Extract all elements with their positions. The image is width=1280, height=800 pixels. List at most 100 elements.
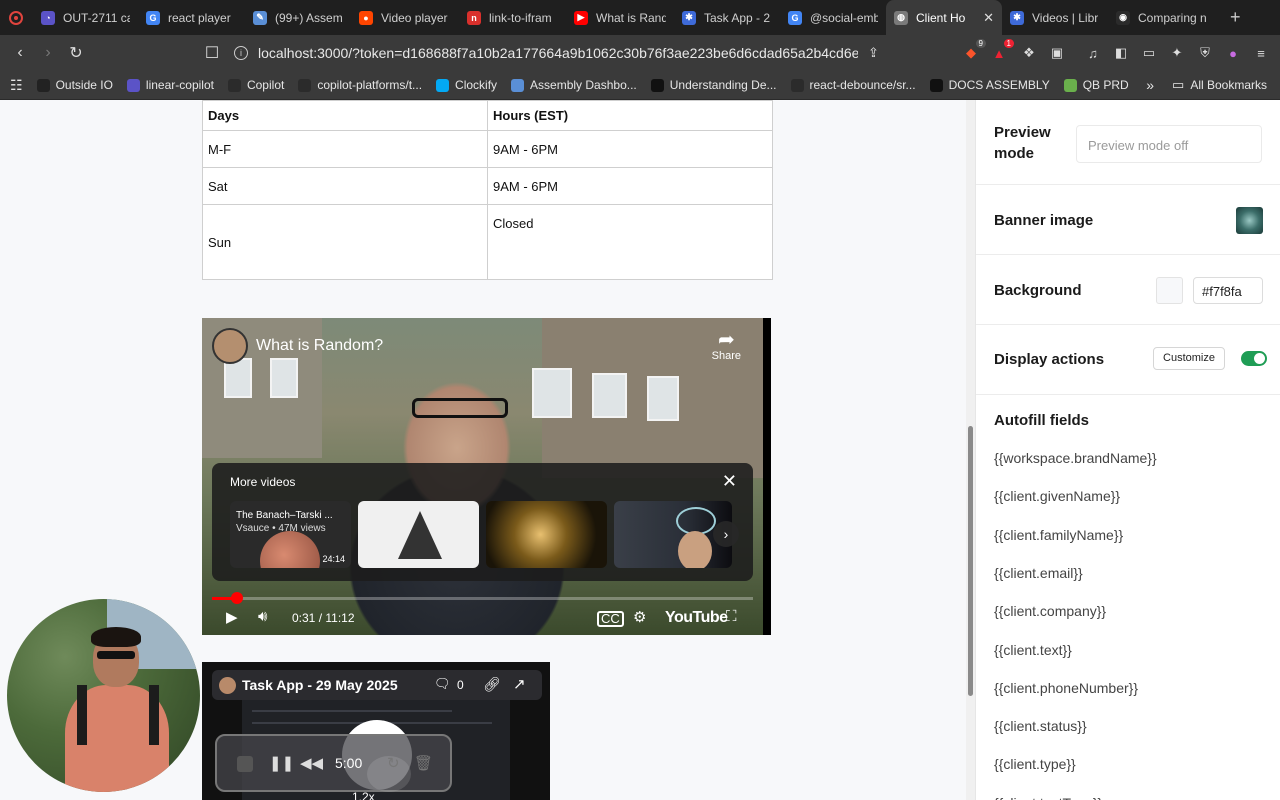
profile-icon[interactable]: ● (1222, 42, 1244, 64)
autofill-field[interactable]: {{client.type}} (994, 756, 1076, 772)
bookmark-item[interactable]: Clockify (436, 78, 497, 92)
autofill-field[interactable]: {{client.textType}} (994, 795, 1102, 800)
all-bookmarks-folder-icon[interactable]: ▭ (1172, 77, 1184, 93)
wallet-icon[interactable]: ▭ (1138, 42, 1160, 64)
fullscreen-icon[interactable]: ⛶ (726, 608, 737, 625)
browser-tab[interactable]: ✱ Task App - 2 (674, 0, 780, 35)
browser-tab[interactable]: Greact player (138, 0, 245, 35)
close-icon[interactable]: ✕ (722, 471, 737, 492)
browser-tab[interactable]: ✱ Videos | Libr (1002, 0, 1108, 35)
display-actions-toggle[interactable] (1241, 351, 1267, 366)
preview-mode-select[interactable]: Preview mode off (1076, 125, 1262, 163)
bookmark-item[interactable]: Assembly Dashbo... (511, 78, 637, 92)
bookmark-icon[interactable]: ☐ (198, 39, 226, 67)
bookmark-item[interactable]: Copilot (227, 78, 284, 92)
video-frame[interactable]: What is Random? ➦ Share More videos ✕ Th… (202, 318, 763, 635)
comment-icon[interactable]: 🗨︎ (434, 676, 451, 692)
stop-icon[interactable] (237, 756, 253, 772)
playback-speed[interactable]: 1.2x (352, 790, 375, 800)
back-icon[interactable]: ‹ (6, 39, 34, 67)
window-menu-icon[interactable] (9, 10, 23, 25)
suggested-video-thumb[interactable] (486, 501, 607, 568)
banner-image-thumbnail[interactable] (1236, 207, 1263, 234)
restart-icon[interactable]: ↻ (387, 754, 400, 772)
rewind-icon[interactable]: ◀◀ (300, 754, 323, 772)
apps-icon[interactable]: ☷ (10, 77, 23, 94)
pause-icon[interactable]: ❚❚ (269, 754, 294, 772)
menu-icon[interactable]: ≡ (1250, 42, 1272, 64)
browser-tab[interactable]: G @social-emb (780, 0, 886, 35)
autofill-field[interactable]: {{client.status}} (994, 718, 1087, 734)
video-title[interactable]: What is Random? (256, 337, 383, 355)
autofill-field[interactable]: {{client.familyName}} (994, 527, 1123, 543)
bookmark-favicon-icon (929, 78, 943, 92)
media-icon[interactable]: ♫ (1082, 42, 1104, 64)
youtube-embed[interactable]: What is Random? ➦ Share More videos ✕ Th… (202, 318, 771, 635)
scrollbar-thumb[interactable] (968, 426, 973, 696)
reload-icon[interactable]: ↻ (62, 39, 90, 67)
bookmark-item[interactable]: Understanding De... (650, 78, 777, 92)
autofill-field[interactable]: {{client.email}} (994, 565, 1083, 581)
settings-panel: Preview mode Preview mode off Banner ima… (975, 100, 1280, 800)
browser-tab[interactable]: ◍ Client Ho ✕ (886, 0, 1002, 35)
share-button[interactable]: ➦ Share (712, 330, 741, 362)
close-tab-icon[interactable]: ✕ (983, 10, 994, 26)
volume-icon[interactable]: 🔊︎ (258, 608, 267, 625)
suggested-video-thumb[interactable]: The Banach–Tarski ... Vsauce • 47M views… (230, 501, 351, 568)
background-color-input[interactable]: #f7f8fa (1193, 277, 1263, 304)
progress-scrubber[interactable] (230, 592, 243, 604)
more-bookmarks-icon[interactable]: » (1146, 77, 1154, 93)
leo-ai-icon[interactable]: ✦ (1166, 42, 1188, 64)
share-page-icon[interactable]: ⇪ (868, 45, 879, 61)
task-video-card[interactable]: Task App - 29 May 2025 🗨︎ 0 🔗︎ ↗ ❚❚ ◀◀ 5… (202, 662, 550, 800)
next-arrow-icon[interactable]: › (713, 521, 739, 547)
open-external-icon[interactable]: ↗ (513, 675, 526, 693)
browser-tab[interactable]: n link-to-ifram (459, 0, 566, 35)
autofill-field[interactable]: {{workspace.brandName}} (994, 450, 1157, 466)
time-display: 0:31 / 11:12 (292, 611, 355, 625)
webcam-bubble[interactable] (7, 599, 200, 792)
tab-search-icon[interactable]: ▣ (1046, 42, 1068, 64)
background-color-swatch[interactable] (1156, 277, 1183, 304)
new-tab-button[interactable]: + (1230, 7, 1241, 28)
browser-tab[interactable]: ✎ (99+) Assem (245, 0, 351, 35)
progress-bar[interactable] (212, 592, 753, 604)
play-icon[interactable]: ▶ (226, 608, 238, 626)
bookmark-item[interactable]: QB PRD (1063, 78, 1129, 92)
trash-icon[interactable]: 🗑︎ (414, 754, 433, 772)
brave-shields-icon[interactable]: ◆ 9 (960, 39, 986, 64)
bookmark-item[interactable]: react-debounce/sr... (790, 78, 916, 92)
all-bookmarks-link[interactable]: All Bookmarks (1190, 78, 1267, 92)
brave-rewards-icon[interactable]: ▲ 1 (988, 39, 1014, 64)
bookmark-item[interactable]: copilot-platforms/t... (298, 78, 422, 92)
vpn-icon[interactable]: ⛨ (1194, 42, 1216, 64)
bookmark-label: copilot-platforms/t... (317, 78, 423, 92)
autofill-field[interactable]: {{client.phoneNumber}} (994, 680, 1138, 696)
captions-icon[interactable]: CC (597, 611, 624, 627)
extensions-icon[interactable]: ❖ (1018, 42, 1040, 64)
forward-icon[interactable]: › (34, 39, 62, 67)
bookmark-item[interactable]: DOCS ASSEMBLY (929, 78, 1050, 92)
bookmark-item[interactable]: linear-copilot (126, 78, 214, 92)
bookmark-label: Outside IO (55, 78, 113, 92)
browser-tab[interactable]: ▶ What is Rand (566, 0, 674, 35)
autofill-field[interactable]: {{client.givenName}} (994, 488, 1120, 504)
main-scrollbar[interactable] (966, 100, 975, 800)
youtube-logo[interactable]: YouTube (665, 609, 728, 627)
site-info-icon[interactable]: i (234, 46, 248, 60)
autofill-field[interactable]: {{client.text}} (994, 642, 1072, 658)
autofill-field[interactable]: {{client.company}} (994, 603, 1106, 619)
settings-gear-icon[interactable]: ⚙ (633, 608, 646, 626)
link-icon[interactable]: 🔗︎ (483, 676, 501, 693)
browser-tab[interactable]: ◉ Comparing n (1108, 0, 1218, 35)
browser-tab[interactable]: ● Video player (351, 0, 459, 35)
share-label: Share (711, 350, 741, 362)
suggested-video-thumb[interactable] (358, 501, 479, 568)
bookmark-item[interactable]: Outside IO (36, 78, 113, 92)
browser-tab[interactable]: ◔ OUT-2711 ca (33, 0, 138, 35)
sidebar-icon[interactable]: ◧ (1110, 42, 1132, 64)
channel-avatar[interactable] (212, 328, 248, 364)
speaker-glasses (412, 398, 508, 418)
url-field[interactable]: i localhost:3000/?token=d168688f7a10b2a1… (234, 39, 954, 67)
customize-button[interactable]: Customize (1153, 347, 1225, 370)
